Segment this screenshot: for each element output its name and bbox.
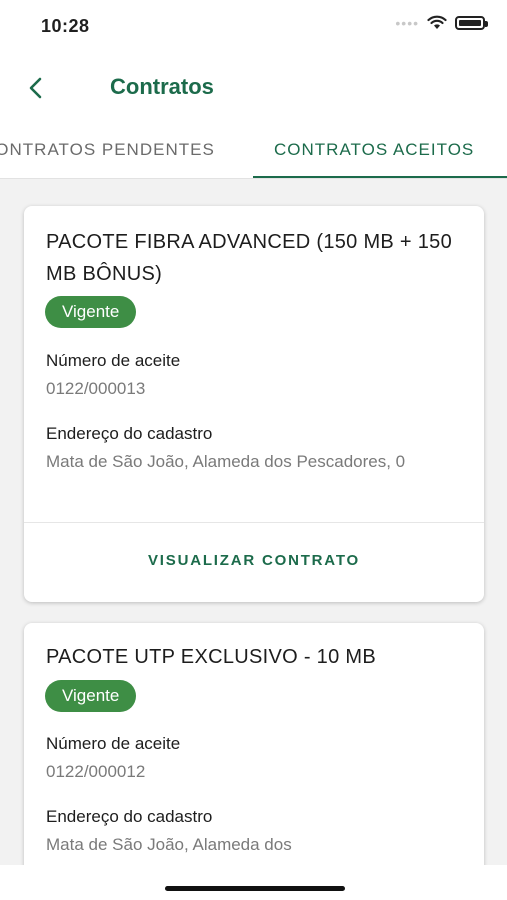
page-title: Contratos: [110, 74, 214, 99]
home-indicator[interactable]: [165, 886, 345, 891]
tab-accepted-contracts[interactable]: CONTRATOS ACEITOS: [274, 140, 474, 160]
tab-pending-contracts[interactable]: CONTRATOS PENDENTES: [0, 140, 215, 160]
address-value: Mata de São João, Alameda dos Pescadores…: [46, 452, 406, 471]
contract-card: PACOTE FIBRA ADVANCED (150 MB + 150 MB B…: [24, 206, 484, 602]
tab-bar: CONTRATOS PENDENTES CONTRATOS ACEITOS: [0, 126, 507, 179]
wifi-icon: [427, 15, 447, 29]
card-divider: [24, 522, 484, 523]
battery-icon: [455, 15, 488, 30]
back-button[interactable]: [18, 70, 54, 106]
cellular-signal-icon: ••••: [395, 14, 419, 31]
acceptance-number-value: 0122/000013: [46, 379, 146, 398]
acceptance-number-label: Número de aceite: [46, 351, 181, 370]
address-label: Endereço do cadastro: [46, 807, 213, 826]
acceptance-number-value: 0122/000012: [46, 762, 146, 781]
address-label: Endereço do cadastro: [46, 424, 213, 443]
view-contract-button[interactable]: VISUALIZAR CONTRATO: [24, 552, 484, 569]
app-bar: Contratos: [0, 60, 507, 116]
contract-card: PACOTE UTP EXCLUSIVO - 10 MB Vigente Núm…: [24, 623, 484, 865]
contracts-list[interactable]: PACOTE FIBRA ADVANCED (150 MB + 150 MB B…: [0, 179, 507, 865]
status-icons: ••••: [395, 14, 488, 31]
contract-title: PACOTE FIBRA ADVANCED (150 MB + 150 MB B…: [46, 231, 453, 285]
chevron-left-icon: [29, 77, 42, 99]
status-badge: Vigente: [45, 296, 137, 328]
status-badge: Vigente: [45, 680, 137, 712]
home-indicator-area: [0, 865, 507, 900]
contract-title: PACOTE UTP EXCLUSIVO - 10 MB: [46, 646, 376, 668]
status-time: 10:28: [41, 16, 90, 36]
address-value: Mata de São João, Alameda dos: [46, 835, 292, 854]
status-bar: 10:28 ••••: [0, 0, 507, 54]
acceptance-number-label: Número de aceite: [46, 734, 181, 753]
